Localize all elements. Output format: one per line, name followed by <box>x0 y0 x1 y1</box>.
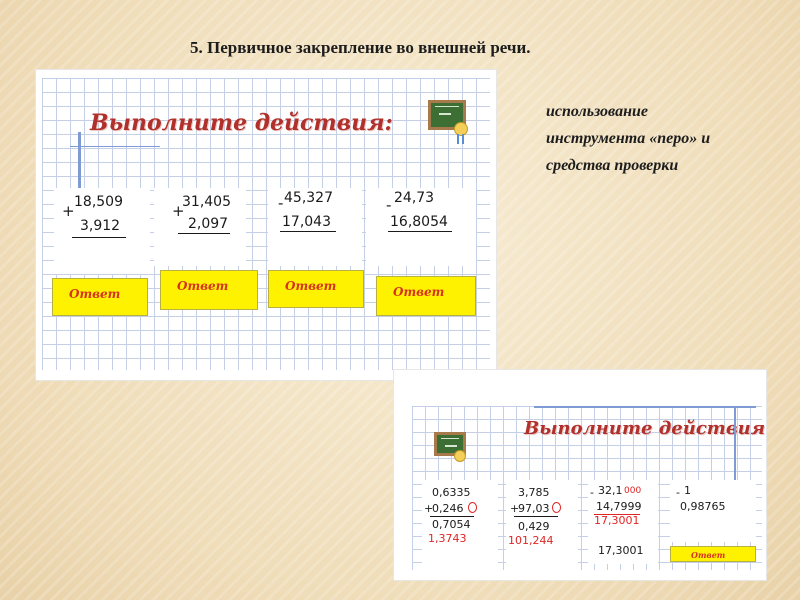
operand-a: 32,1 <box>598 484 623 497</box>
side-note-line-3: средства проверки <box>546 157 679 174</box>
answer-button[interactable]: Ответ <box>670 546 756 562</box>
card-heading: Выполните действия: <box>90 110 393 136</box>
margin-line <box>534 406 756 408</box>
side-note-line-1: использование <box>546 103 648 120</box>
operand-a: 45,327 <box>284 190 333 206</box>
operator-sign: - <box>676 486 680 499</box>
side-note: использование инструмента «перо» и средс… <box>546 98 776 179</box>
answer-button[interactable]: Ответ <box>376 276 476 316</box>
card-heading: Выполните действия: <box>524 418 766 439</box>
operand-b: 16,8054 <box>390 214 448 230</box>
operand-b: 0,98765 <box>680 500 726 513</box>
operand-a: 31,405 <box>182 194 231 210</box>
margin-line <box>70 146 160 147</box>
result-value: 17,3001 <box>598 544 644 557</box>
handwritten-answer: 101,244 <box>508 534 554 547</box>
side-note-line-2: инструмента «перо» и <box>546 130 711 147</box>
slide-title: 5. Первичное закрепление во внешней речи… <box>190 38 531 57</box>
handwritten-marks: 000 <box>624 486 642 496</box>
answer-button[interactable]: Ответ <box>268 270 364 308</box>
operand-a: 24,73 <box>394 190 435 206</box>
operator-sign: - <box>278 194 284 212</box>
operator-sign: - <box>590 486 594 499</box>
operand-a: 3,785 <box>518 486 550 499</box>
result-value: 0,429 <box>518 520 550 533</box>
handwritten-answer: 1,3743 <box>428 532 467 545</box>
operand-b: 0,246 <box>432 502 464 515</box>
operand-b: 2,097 <box>188 216 229 232</box>
student-figure-icon <box>454 450 466 462</box>
operand-a: 18,509 <box>74 194 123 210</box>
result-value: 0,7054 <box>432 518 471 531</box>
exercise-card-2: Выполните действия: 0,6335 + 0,246 0,705… <box>394 370 766 580</box>
operator-sign: - <box>386 196 392 214</box>
operand-a: 0,6335 <box>432 486 471 499</box>
operand-a: 1 <box>684 484 691 497</box>
answer-button[interactable]: Ответ <box>160 270 258 310</box>
answer-button[interactable]: Ответ <box>52 278 148 316</box>
operand-b: 17,043 <box>282 214 331 230</box>
exercise-card-1: Выполните действия: + 18,509 3,912 + 31,… <box>36 70 496 380</box>
operand-b: 14,7999 <box>596 500 642 513</box>
handwritten-answer: 17,3001 <box>594 514 640 527</box>
operand-b: 97,03 <box>518 502 550 515</box>
operator-sign: + <box>62 202 75 220</box>
operand-b: 3,912 <box>80 218 121 234</box>
